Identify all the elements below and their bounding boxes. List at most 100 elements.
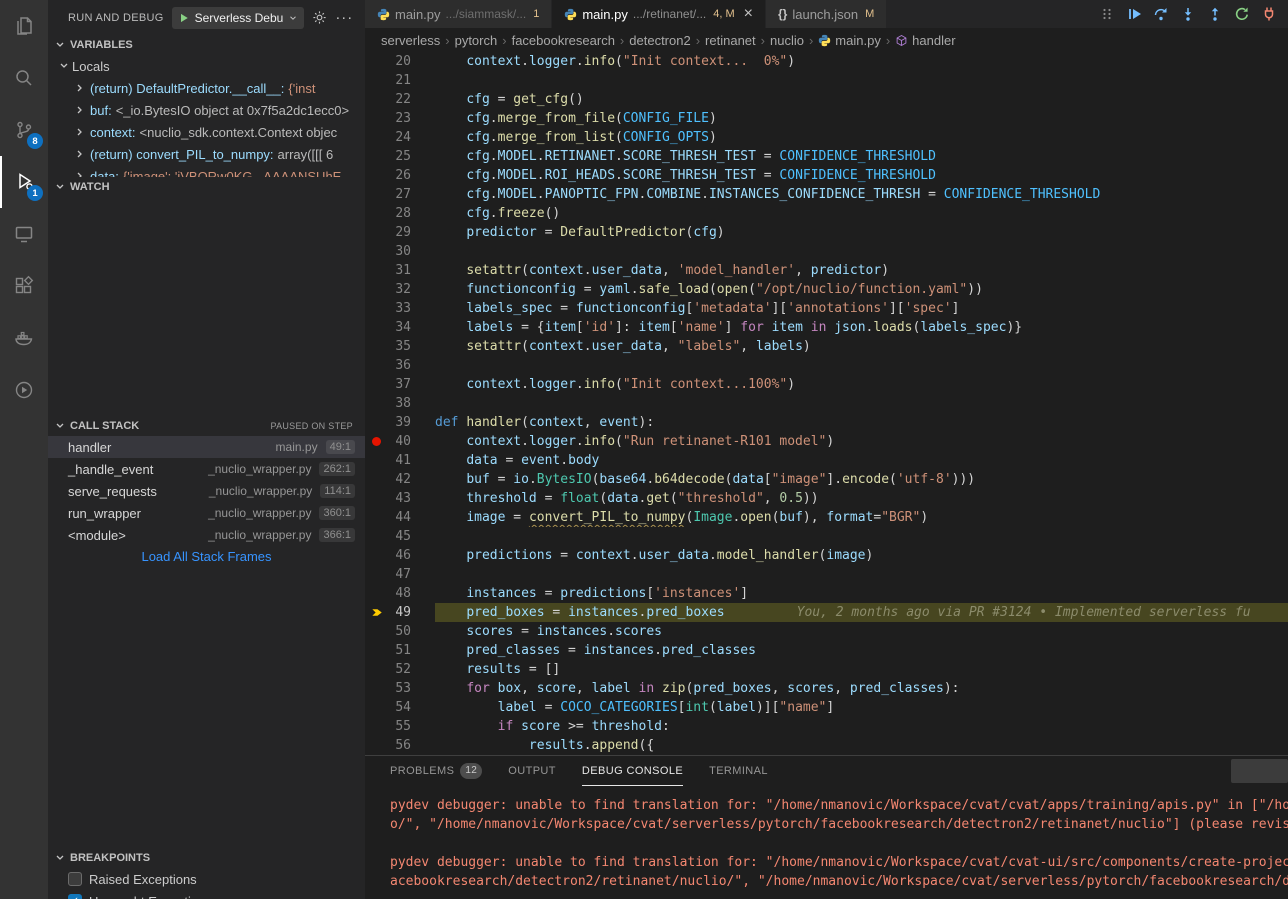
breadcrumb-item[interactable]: serverless [381, 33, 440, 48]
code-line[interactable]: 41 data = event.body [365, 451, 1288, 470]
panel-tab[interactable]: DEBUG CONSOLE [582, 756, 683, 786]
continue-button[interactable] [1125, 5, 1143, 23]
breakpoint-item[interactable]: Raised Exceptions [48, 868, 365, 890]
line-text[interactable]: predictions = context.user_data.model_ha… [435, 546, 1288, 565]
breadcrumb-item[interactable]: retinanet [705, 33, 756, 48]
activity-explorer[interactable] [0, 0, 48, 52]
variable-item[interactable]: buf:<_io.BytesIO object at 0x7f5a2dc1ecc… [48, 99, 365, 121]
line-text[interactable]: results.append({ [435, 736, 1288, 755]
stack-frame[interactable]: run_wrapper_nuclio_wrapper.py360:1 [48, 502, 365, 524]
line-text[interactable] [435, 356, 1288, 375]
code-line[interactable]: 23 cfg.merge_from_file(CONFIG_FILE) [365, 109, 1288, 128]
glyph-margin[interactable] [365, 299, 389, 318]
more-actions-icon[interactable]: ··· [335, 9, 353, 26]
line-text[interactable] [435, 242, 1288, 261]
code-line[interactable]: 50 scores = instances.scores [365, 622, 1288, 641]
code-line[interactable]: 48 instances = predictions['instances'] [365, 584, 1288, 603]
line-text[interactable]: threshold = float(data.get("threshold", … [435, 489, 1288, 508]
code-line[interactable]: 26 cfg.MODEL.ROI_HEADS.SCORE_THRESH_TEST… [365, 166, 1288, 185]
watch-section-header[interactable]: WATCH [48, 177, 365, 197]
glyph-margin[interactable] [365, 394, 389, 413]
glyph-margin[interactable] [365, 527, 389, 546]
glyph-margin[interactable] [365, 432, 389, 451]
glyph-margin[interactable] [365, 489, 389, 508]
line-text[interactable]: buf = io.BytesIO(base64.b64decode(data["… [435, 470, 1288, 489]
line-text[interactable] [435, 71, 1288, 90]
glyph-margin[interactable] [365, 698, 389, 717]
line-text[interactable]: results = [] [435, 660, 1288, 679]
debug-settings-gear-icon[interactable] [312, 10, 327, 25]
line-text[interactable]: context.logger.info("Init context...100%… [435, 375, 1288, 394]
stack-frame[interactable]: <module>_nuclio_wrapper.py366:1 [48, 524, 365, 546]
code-line[interactable]: 38 [365, 394, 1288, 413]
variable-item[interactable]: (return) DefaultPredictor.__call__:{'ins… [48, 77, 365, 99]
console-output[interactable]: pydev debugger: unable to find translati… [365, 786, 1288, 891]
line-text[interactable]: labels = {item['id']: item['name'] for i… [435, 318, 1288, 337]
activity-source-control[interactable]: 8 [0, 104, 48, 156]
code-line[interactable]: 27 cfg.MODEL.PANOPTIC_FPN.COMBINE.INSTAN… [365, 185, 1288, 204]
code-line[interactable]: 25 cfg.MODEL.RETINANET.SCORE_THRESH_TEST… [365, 147, 1288, 166]
glyph-margin[interactable] [365, 356, 389, 375]
line-text[interactable]: image = convert_PIL_to_numpy(Image.open(… [435, 508, 1288, 527]
glyph-margin[interactable] [365, 413, 389, 432]
breadcrumb-item[interactable]: handler [895, 33, 955, 48]
code-line[interactable]: 35 setattr(context.user_data, "labels", … [365, 337, 1288, 356]
line-text[interactable]: pred_boxes = instances.pred_boxesYou, 2 … [435, 603, 1288, 622]
editor-tab[interactable]: {}launch.jsonM [766, 0, 887, 28]
line-text[interactable]: pred_classes = instances.pred_classes [435, 641, 1288, 660]
call-stack-section-header[interactable]: CALL STACK PAUSED ON STEP [48, 416, 365, 436]
code-line[interactable]: 53 for box, score, label in zip(pred_box… [365, 679, 1288, 698]
line-text[interactable]: if score >= threshold: [435, 717, 1288, 736]
editor-tab[interactable]: main.py.../retinanet/...4, M× [552, 0, 766, 28]
line-text[interactable]: context.logger.info("Init context... 0%"… [435, 52, 1288, 71]
code-line[interactable]: 30 [365, 242, 1288, 261]
code-line[interactable]: 49 pred_boxes = instances.pred_boxesYou,… [365, 603, 1288, 622]
disconnect-button[interactable] [1260, 5, 1278, 23]
line-text[interactable]: cfg.merge_from_list(CONFIG_OPTS) [435, 128, 1288, 147]
breadcrumb-item[interactable]: facebookresearch [512, 33, 615, 48]
line-text[interactable] [435, 394, 1288, 413]
glyph-margin[interactable] [365, 166, 389, 185]
panel-tab[interactable]: PROBLEMS12 [390, 756, 482, 786]
code-line[interactable]: 21 [365, 71, 1288, 90]
breakpoint-item[interactable]: ✓Uncaught Exceptions [48, 890, 365, 899]
line-text[interactable] [435, 527, 1288, 546]
code-line[interactable]: 29 predictor = DefaultPredictor(cfg) [365, 223, 1288, 242]
line-text[interactable]: context.logger.info("Run retinanet-R101 … [435, 432, 1288, 451]
glyph-margin[interactable] [365, 128, 389, 147]
code-line[interactable]: 52 results = [] [365, 660, 1288, 679]
code-line[interactable]: 39def handler(context, event): [365, 413, 1288, 432]
variable-item[interactable]: data:{'image': 'iVBORw0KG...AAAANSUhE [48, 165, 365, 177]
glyph-margin[interactable] [365, 318, 389, 337]
editor-tab[interactable]: main.py.../siammask/...1 [365, 0, 552, 28]
activity-run-and-debug[interactable]: 1 [0, 156, 48, 208]
code-line[interactable]: 32 functionconfig = yaml.safe_load(open(… [365, 280, 1288, 299]
code-line[interactable]: 40 context.logger.info("Run retinanet-R1… [365, 432, 1288, 451]
step-into-button[interactable] [1179, 5, 1197, 23]
code-line[interactable]: 55 if score >= threshold: [365, 717, 1288, 736]
checkbox[interactable] [68, 872, 82, 886]
glyph-margin[interactable] [365, 660, 389, 679]
code-line[interactable]: 51 pred_classes = instances.pred_classes [365, 641, 1288, 660]
activity-docker[interactable] [0, 312, 48, 364]
glyph-margin[interactable] [365, 584, 389, 603]
toolbar-drag-grip[interactable] [1098, 5, 1116, 23]
code-line[interactable]: 37 context.logger.info("Init context...1… [365, 375, 1288, 394]
glyph-margin[interactable] [365, 280, 389, 299]
breadcrumb-item[interactable]: main.py [818, 33, 881, 48]
stack-frame[interactable]: _handle_event_nuclio_wrapper.py262:1 [48, 458, 365, 480]
line-text[interactable]: labels_spec = functionconfig['metadata']… [435, 299, 1288, 318]
stack-frame[interactable]: serve_requests_nuclio_wrapper.py114:1 [48, 480, 365, 502]
restart-button[interactable] [1233, 5, 1251, 23]
close-icon[interactable]: × [744, 6, 753, 22]
glyph-margin[interactable] [365, 223, 389, 242]
glyph-margin[interactable] [365, 185, 389, 204]
breadcrumb-item[interactable]: pytorch [455, 33, 498, 48]
glyph-margin[interactable] [365, 603, 389, 622]
code-line[interactable]: 54 label = COCO_CATEGORIES[int(label)]["… [365, 698, 1288, 717]
variables-scope-locals[interactable]: Locals [48, 55, 365, 77]
variables-section-header[interactable]: VARIABLES [48, 35, 365, 55]
code-line[interactable]: 56 results.append({ [365, 736, 1288, 755]
line-text[interactable]: cfg.MODEL.ROI_HEADS.SCORE_THRESH_TEST = … [435, 166, 1288, 185]
code-line[interactable]: 36 [365, 356, 1288, 375]
